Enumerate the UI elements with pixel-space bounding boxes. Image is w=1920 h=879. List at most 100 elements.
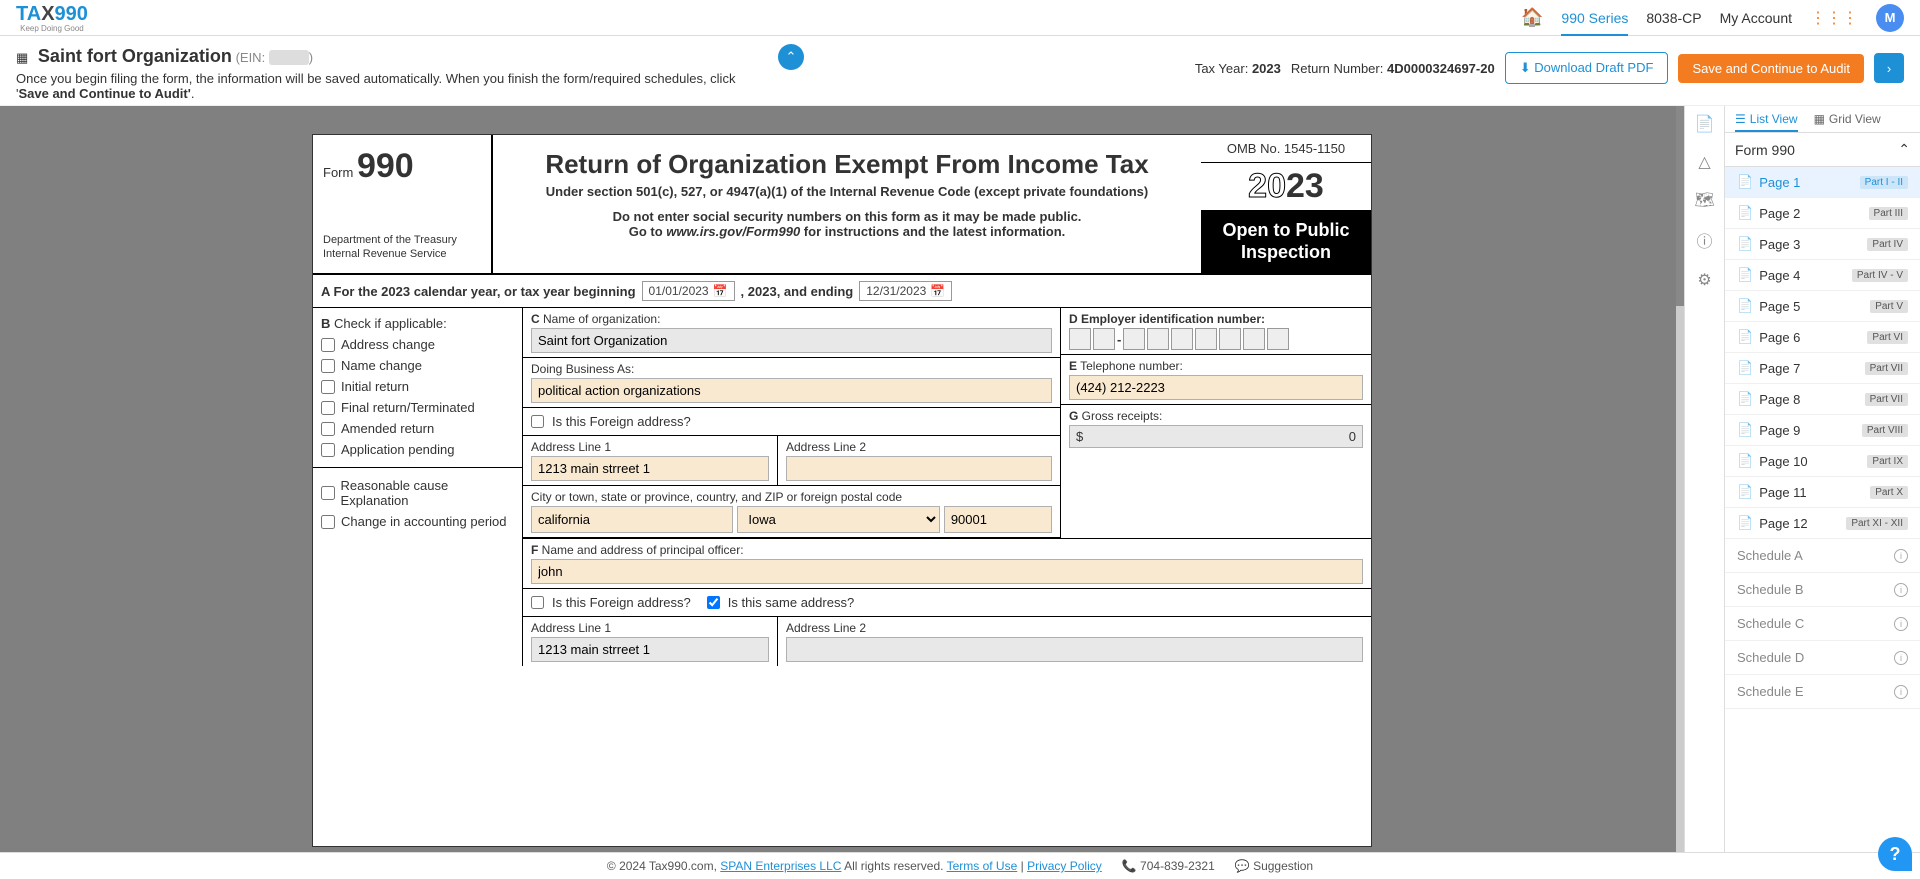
- schedule-nav[interactable]: Schedule Ci: [1725, 607, 1920, 641]
- page-nav-8[interactable]: 📄Page 8Part VII: [1725, 384, 1920, 415]
- page-icon: 📄: [1737, 236, 1753, 252]
- org-name: Saint fort Organization: [38, 46, 232, 66]
- right-panel: ☰ List View ▦ Grid View Form 990⌃ 📄Page …: [1724, 106, 1920, 875]
- form-viewport: Form 990 Department of the TreasuryInter…: [0, 106, 1684, 875]
- page-nav-7[interactable]: 📄Page 7Part VII: [1725, 353, 1920, 384]
- chk-initial-return[interactable]: [321, 380, 335, 394]
- page-nav-10[interactable]: 📄Page 10Part IX: [1725, 446, 1920, 477]
- chevron-up-icon: ⌃: [1898, 141, 1910, 158]
- expand-panel-button[interactable]: ›: [1874, 53, 1904, 83]
- page-icon: 📄: [1737, 174, 1753, 190]
- chk-name-change[interactable]: [321, 359, 335, 373]
- ein-input[interactable]: -: [1069, 328, 1363, 350]
- save-continue-button[interactable]: Save and Continue to Audit: [1678, 54, 1864, 83]
- map-icon[interactable]: 🗺: [1694, 190, 1714, 210]
- help-fab[interactable]: ?: [1878, 837, 1912, 871]
- settings-icon[interactable]: ⚙: [1697, 270, 1711, 290]
- chk-accounting-change[interactable]: [321, 515, 335, 529]
- suggestion-button[interactable]: 💬 Suggestion: [1235, 859, 1313, 873]
- input-city[interactable]: [531, 506, 733, 533]
- home-icon[interactable]: 🏠: [1521, 7, 1543, 28]
- span-link[interactable]: SPAN Enterprises LLC: [720, 859, 841, 873]
- icon-rail: 📄 △ 🗺 ⓘ ⚙: [1684, 106, 1724, 875]
- chk-officer-foreign[interactable]: [531, 596, 544, 609]
- omb-number: OMB No. 1545-1150: [1201, 135, 1371, 163]
- page-icon: 📄: [1737, 453, 1753, 469]
- calendar-icon: 📅: [930, 284, 945, 298]
- nav-8038cp[interactable]: 8038-CP: [1646, 10, 1701, 26]
- info-icon: i: [1894, 583, 1908, 597]
- input-officer-addr2[interactable]: [786, 637, 1363, 662]
- phone-number[interactable]: 📞 704-839-2321: [1122, 859, 1215, 873]
- privacy-link[interactable]: Privacy Policy: [1027, 859, 1102, 873]
- nav-my-account[interactable]: My Account: [1720, 10, 1792, 26]
- page-nav-4[interactable]: 📄Page 4Part IV - V: [1725, 260, 1920, 291]
- page-icon: 📄: [1737, 515, 1753, 531]
- input-dba[interactable]: [531, 378, 1052, 403]
- schedule-nav[interactable]: Schedule Di: [1725, 641, 1920, 675]
- chk-app-pending[interactable]: [321, 443, 335, 457]
- page-icon: 📄: [1737, 205, 1753, 221]
- chk-final-return[interactable]: [321, 401, 335, 415]
- input-addr2[interactable]: [786, 456, 1052, 481]
- input-officer-addr1[interactable]: [531, 637, 769, 662]
- inspection-badge: Open to PublicInspection: [1201, 210, 1371, 273]
- page-nav-9[interactable]: 📄Page 9Part VIII: [1725, 415, 1920, 446]
- section-a-label: A For the 2023 calendar year, or tax yea…: [321, 284, 636, 299]
- page-icon: 📄: [1737, 360, 1753, 376]
- save-instruction: Once you begin filing the form, the info…: [16, 71, 746, 101]
- schedule-nav[interactable]: Schedule Bi: [1725, 573, 1920, 607]
- chk-amended[interactable]: [321, 422, 335, 436]
- page-nav-3[interactable]: 📄Page 3Part IV: [1725, 229, 1920, 260]
- avatar[interactable]: M: [1876, 4, 1904, 32]
- chk-reasonable-cause[interactable]: [321, 486, 335, 500]
- label-ein: D Employer identification number:: [1069, 312, 1363, 326]
- footer: © 2024 Tax990.com, SPAN Enterprises LLC …: [0, 852, 1920, 879]
- doc-icon[interactable]: 📄: [1695, 114, 1715, 134]
- form-990-accordion[interactable]: Form 990⌃: [1725, 133, 1920, 167]
- page-icon: 📄: [1737, 422, 1753, 438]
- download-draft-button[interactable]: ⬇ Download Draft PDF: [1505, 52, 1669, 84]
- gross-receipts-value: 0: [1349, 429, 1356, 444]
- label-org-name: C Name of organization:: [531, 312, 1052, 326]
- form-title: Return of Organization Exempt From Incom…: [513, 149, 1181, 180]
- tax-year: Tax Year: 2023: [1195, 61, 1281, 76]
- input-org-name[interactable]: [531, 328, 1052, 353]
- logo[interactable]: TAX990 Keep Doing Good: [16, 3, 88, 33]
- page-nav-5[interactable]: 📄Page 5Part V: [1725, 291, 1920, 322]
- page-nav-2[interactable]: 📄Page 2Part III: [1725, 198, 1920, 229]
- calendar-icon: 📅: [713, 284, 728, 298]
- input-addr1[interactable]: [531, 456, 769, 481]
- schedule-nav[interactable]: Schedule Ei: [1725, 675, 1920, 709]
- terms-link[interactable]: Terms of Use: [947, 859, 1018, 873]
- tab-grid-view[interactable]: ▦ Grid View: [1814, 112, 1881, 126]
- chk-address-change[interactable]: [321, 338, 335, 352]
- schedule-nav[interactable]: Schedule Ai: [1725, 539, 1920, 573]
- page-nav-12[interactable]: 📄Page 12Part XI - XII: [1725, 508, 1920, 539]
- collapse-icon[interactable]: ⌃: [778, 44, 804, 70]
- chk-foreign-address[interactable]: [531, 415, 544, 428]
- warning-icon[interactable]: △: [1698, 152, 1710, 172]
- page-icon: 📄: [1737, 267, 1753, 283]
- tab-list-view[interactable]: ☰ List View: [1735, 112, 1798, 132]
- scrollbar-thumb[interactable]: [1676, 106, 1684, 306]
- page-nav-1[interactable]: 📄Page 1Part I - II: [1725, 167, 1920, 198]
- page-icon: 📄: [1737, 298, 1753, 314]
- input-officer-name[interactable]: [531, 559, 1363, 584]
- input-zip[interactable]: [944, 506, 1052, 533]
- tax-year-display: 2023: [1201, 163, 1371, 210]
- input-telephone[interactable]: [1069, 375, 1363, 400]
- info-icon[interactable]: ⓘ: [1696, 228, 1712, 252]
- nav-990-series[interactable]: 990 Series: [1561, 10, 1628, 36]
- info-icon: i: [1894, 685, 1908, 699]
- date-end-input[interactable]: 12/31/2023📅: [859, 281, 952, 301]
- chk-same-address[interactable]: [707, 596, 720, 609]
- page-nav-11[interactable]: 📄Page 11Part X: [1725, 477, 1920, 508]
- topbar: TAX990 Keep Doing Good 🏠 990 Series 8038…: [0, 0, 1920, 36]
- apps-icon[interactable]: ⋮⋮⋮: [1810, 8, 1858, 28]
- date-begin-input[interactable]: 01/01/2023📅: [642, 281, 735, 301]
- page-nav-6[interactable]: 📄Page 6Part VI: [1725, 322, 1920, 353]
- info-icon: i: [1894, 549, 1908, 563]
- select-state[interactable]: Iowa: [737, 506, 939, 533]
- form-990-page1: Form 990 Department of the TreasuryInter…: [312, 134, 1372, 847]
